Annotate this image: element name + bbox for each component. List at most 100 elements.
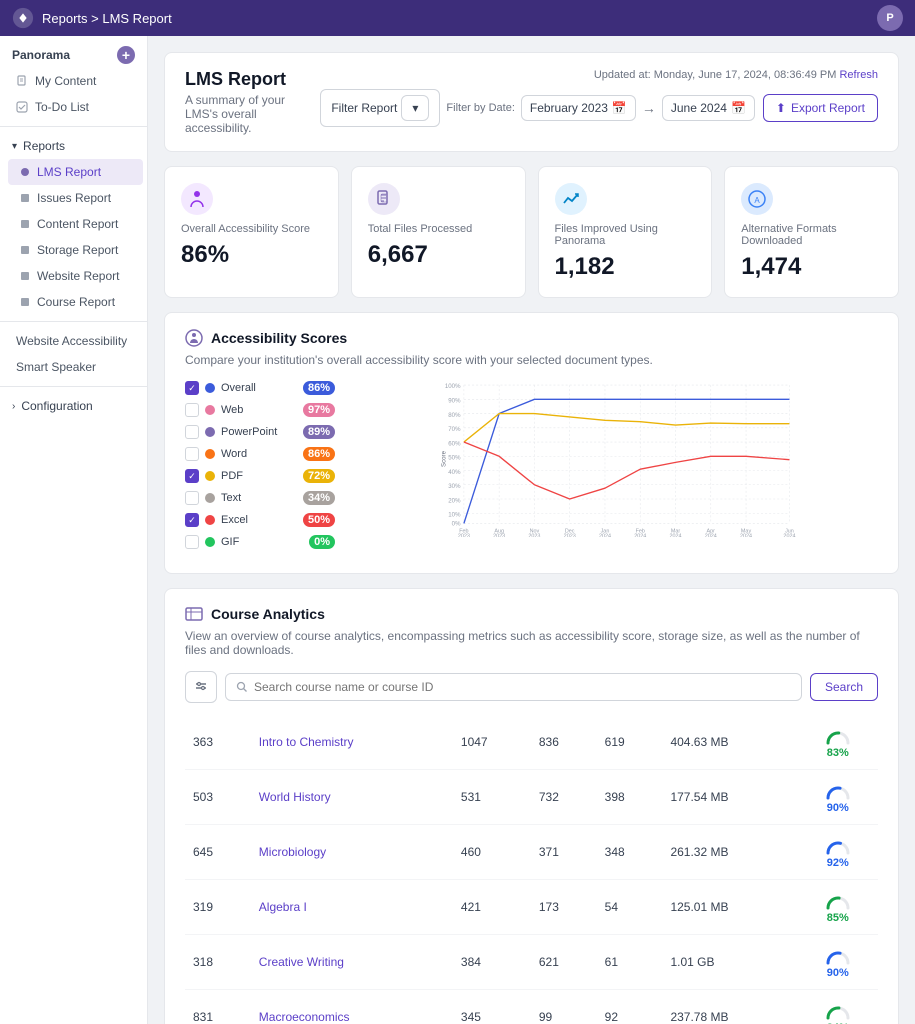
- course-name[interactable]: World History: [251, 770, 453, 825]
- filter-icon-button[interactable]: [185, 671, 217, 703]
- refresh-link[interactable]: Refresh: [839, 69, 878, 81]
- legend-dot: [205, 493, 215, 503]
- logo-icon: [12, 7, 34, 29]
- sidebar-item-todo[interactable]: To-Do List: [4, 94, 143, 120]
- svg-text:20%: 20%: [448, 497, 461, 504]
- gauge-icon: [824, 890, 852, 910]
- accessibility-section-desc: Compare your institution's overall acces…: [185, 353, 878, 367]
- svg-text:A: A: [755, 196, 761, 205]
- sidebar-item-lms-report[interactable]: LMS Report: [8, 159, 143, 185]
- main-content: LMS Report A summary of your LMS's overa…: [148, 36, 915, 1024]
- legend-item-pdf[interactable]: ✓ PDF 72%: [185, 469, 335, 483]
- course-id: 503: [185, 770, 251, 825]
- course-name[interactable]: Macroeconomics: [251, 990, 453, 1024]
- sidebar-item-my-content[interactable]: My Content: [4, 68, 143, 94]
- legend-checkbox[interactable]: ✓: [185, 381, 199, 395]
- search-input[interactable]: [254, 680, 791, 694]
- course-size: 177.54 MB: [662, 770, 797, 825]
- legend-item-text[interactable]: Text 34%: [185, 491, 335, 505]
- course-id: 318: [185, 935, 251, 990]
- legend-item-overall[interactable]: ✓ Overall 86%: [185, 381, 335, 395]
- course-name[interactable]: Algebra I: [251, 880, 453, 935]
- legend-item-web[interactable]: Web 97%: [185, 403, 335, 417]
- sidebar-item-issues-report[interactable]: Issues Report: [8, 185, 143, 211]
- report-title: LMS Report: [185, 69, 310, 90]
- svg-text:2023: 2023: [458, 534, 470, 537]
- gauge-pct: 92%: [827, 857, 849, 869]
- search-input-wrap[interactable]: [225, 673, 802, 701]
- topbar-title: Reports > LMS Report: [42, 11, 172, 26]
- legend-item-excel[interactable]: ✓ Excel 50%: [185, 513, 335, 527]
- export-button[interactable]: ⬆ Export Report: [763, 94, 878, 122]
- course-analytics-desc: View an overview of course analytics, en…: [185, 629, 878, 657]
- legend-label: Overall: [221, 382, 297, 394]
- gauge-icon: [824, 835, 852, 855]
- legend-item-powerpoint[interactable]: PowerPoint 89%: [185, 425, 335, 439]
- legend-checkbox[interactable]: [185, 447, 199, 461]
- course-name[interactable]: Intro to Chemistry: [251, 715, 453, 770]
- course-icon: [20, 297, 30, 307]
- sidebar: Panorama + My Content To-Do List ▾ Repor…: [0, 36, 148, 1024]
- svg-text:40%: 40%: [448, 469, 461, 476]
- course-c3: 619: [597, 715, 663, 770]
- stat-value-3: 1,474: [741, 253, 882, 281]
- course-size: 125.01 MB: [662, 880, 797, 935]
- avatar[interactable]: P: [877, 5, 903, 31]
- sidebar-item-website-report[interactable]: Website Report: [8, 263, 143, 289]
- sidebar-item-website-accessibility[interactable]: Website Accessibility: [4, 328, 143, 354]
- legend-item-word[interactable]: Word 86%: [185, 447, 335, 461]
- calendar-icon: 📅: [731, 101, 746, 115]
- course-size: 404.63 MB: [662, 715, 797, 770]
- accessibility-icon: [181, 183, 213, 215]
- legend-checkbox[interactable]: ✓: [185, 469, 199, 483]
- stat-label-1: Total Files Processed: [368, 223, 509, 235]
- topbar: Reports > LMS Report P: [0, 0, 915, 36]
- stat-value-2: 1,182: [555, 253, 696, 281]
- legend-checkbox[interactable]: [185, 403, 199, 417]
- sidebar-item-course-report[interactable]: Course Report: [8, 289, 143, 315]
- accessibility-section-title: Accessibility Scores: [211, 330, 347, 346]
- legend-checkbox[interactable]: ✓: [185, 513, 199, 527]
- legend-label: Web: [221, 404, 297, 416]
- sidebar-section: Panorama +: [0, 36, 147, 68]
- check-icon: [16, 101, 28, 113]
- search-button[interactable]: Search: [810, 673, 878, 701]
- legend-item-gif[interactable]: GIF 0%: [185, 535, 335, 549]
- date-to-input[interactable]: June 2024 📅: [662, 95, 755, 121]
- search-row: Search: [185, 671, 878, 703]
- table-row: 503 World History 531 732 398 177.54 MB …: [185, 770, 878, 825]
- gauge-pct: 90%: [827, 802, 849, 814]
- course-name[interactable]: Creative Writing: [251, 935, 453, 990]
- course-score: 84%: [798, 990, 878, 1024]
- reports-group-toggle[interactable]: ▾ Reports: [0, 133, 147, 159]
- config-group-toggle[interactable]: › Configuration: [0, 393, 147, 419]
- sidebar-item-smart-speaker[interactable]: Smart Speaker: [4, 354, 143, 380]
- stat-cards: Overall Accessibility Score 86% Total Fi…: [164, 166, 899, 298]
- legend-checkbox[interactable]: [185, 535, 199, 549]
- svg-text:70%: 70%: [448, 426, 461, 433]
- stat-value-0: 86%: [181, 241, 322, 269]
- legend-pct: 72%: [303, 469, 335, 483]
- sidebar-add-button[interactable]: +: [117, 46, 135, 64]
- chevron-down-icon: ▾: [12, 141, 17, 152]
- date-from-input[interactable]: February 2023 📅: [521, 95, 636, 121]
- sidebar-item-content-report[interactable]: Content Report: [8, 211, 143, 237]
- sidebar-item-storage-report[interactable]: Storage Report: [8, 237, 143, 263]
- search-icon: [236, 681, 248, 693]
- filter-by-date-label: Filter by Date:: [446, 102, 514, 114]
- export-icon: ⬆: [776, 101, 786, 115]
- legend-pct: 50%: [303, 513, 335, 527]
- course-c1: 1047: [453, 715, 531, 770]
- table-row: 831 Macroeconomics 345 99 92 237.78 MB 8…: [185, 990, 878, 1024]
- svg-text:Score: Score: [441, 450, 448, 467]
- legend-dot: [205, 405, 215, 415]
- legend-checkbox[interactable]: [185, 425, 199, 439]
- legend-checkbox[interactable]: [185, 491, 199, 505]
- stat-label-0: Overall Accessibility Score: [181, 223, 322, 235]
- course-c3: 348: [597, 825, 663, 880]
- course-name[interactable]: Microbiology: [251, 825, 453, 880]
- filter-report-button[interactable]: Filter Report ▾: [320, 89, 440, 127]
- svg-text:30%: 30%: [448, 483, 461, 490]
- course-analytics-title: Course Analytics: [211, 606, 325, 622]
- updated-text: Updated at: Monday, June 17, 2024, 08:36…: [594, 69, 878, 81]
